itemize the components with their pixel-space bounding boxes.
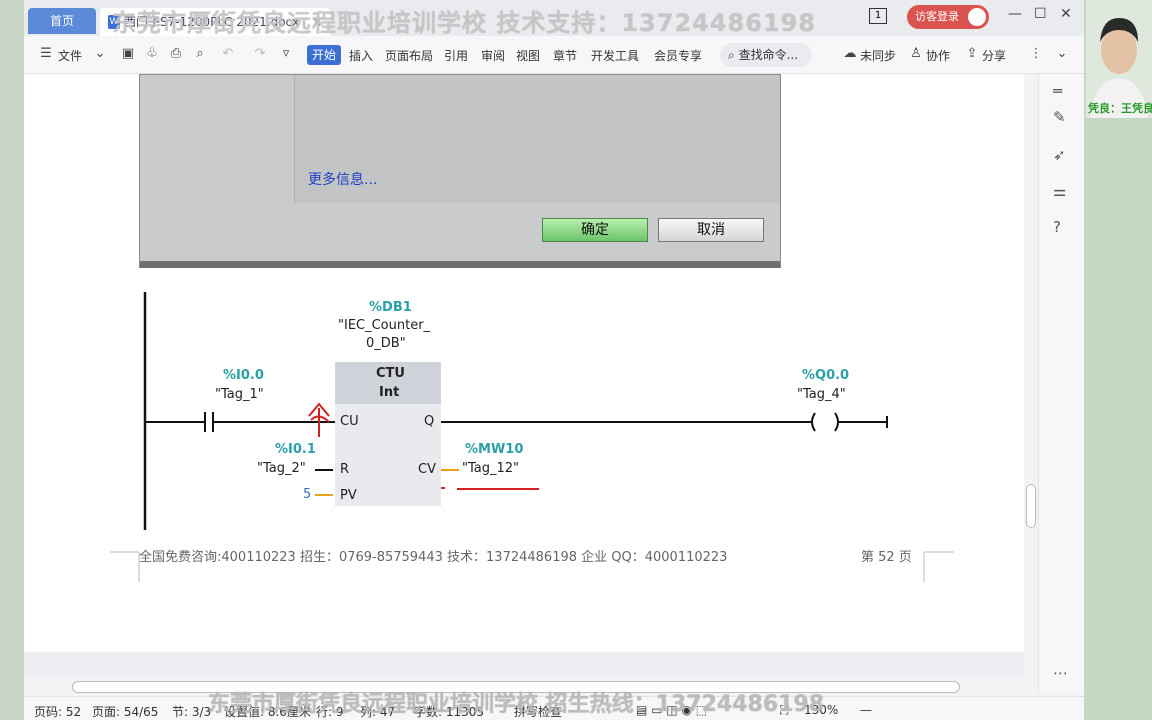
ribbon-tab-developer[interactable]: 开发工具 — [591, 47, 639, 64]
print-preview-icon[interactable]: ⌕ — [192, 46, 208, 62]
ribbon-tab-start[interactable]: 开始 — [307, 45, 341, 65]
vertical-scroll-thumb[interactable] — [1026, 484, 1036, 528]
annotation-arrow — [308, 402, 330, 437]
reset-address: %I0.1 — [275, 442, 316, 457]
settings-sliders-icon[interactable]: ⚌ — [1053, 182, 1066, 200]
webcam-caption: 凭良：王凭良 — [1088, 102, 1152, 115]
cloud-icon: ☁ — [843, 46, 857, 61]
share-button[interactable]: 分享 — [982, 47, 1006, 64]
minimize-icon[interactable]: — — [1008, 6, 1022, 22]
cv-address: %MW10 — [465, 442, 524, 457]
redo-icon[interactable]: ↷ — [252, 46, 268, 62]
file-menu[interactable]: 文件 — [58, 47, 82, 64]
pin-pv: PV — [340, 488, 357, 503]
sync-status[interactable]: 未同步 — [860, 47, 896, 64]
ribbon-tab-review[interactable]: 审阅 — [481, 47, 505, 64]
status-page-number[interactable]: 页码: 52 — [34, 703, 81, 720]
cv-tag: "Tag_12" — [462, 461, 520, 476]
more-dots-icon[interactable]: ⋯ — [1053, 664, 1068, 682]
close-window-icon[interactable]: ✕ — [1060, 6, 1072, 22]
db-name-line1: "IEC_Counter_ — [338, 318, 431, 333]
menu-icon[interactable]: ☰ — [38, 46, 54, 62]
coil-left — [811, 412, 816, 432]
reset-tag: "Tag_2" — [257, 461, 306, 476]
wps-window: 首页 W 西门子S7-1200PLC 2021.docx × 1 访客登录 — … — [24, 0, 1084, 720]
block-type: CTU — [376, 366, 405, 381]
pv-value: 5 — [303, 487, 312, 502]
dialog-footer: 确定 取消 — [140, 203, 780, 261]
dialog-bottom-bar — [140, 261, 780, 268]
document-page[interactable]: 更多信息... 确定 取消 %DB1 "IEC_Counter_ 0_DB" C… — [24, 74, 1024, 652]
desktop-background — [1084, 118, 1152, 720]
coil-address: %Q0.0 — [802, 368, 850, 383]
sidebar-toggle-icon[interactable]: ═ — [1053, 82, 1062, 100]
command-search[interactable]: ⌕ 查找命令... — [720, 43, 812, 67]
login-label: 访客登录 — [915, 10, 959, 23]
status-section: 节: 3/3 — [172, 705, 212, 719]
ctu-function-block — [335, 362, 441, 506]
more-down-icon[interactable]: ▿ — [278, 46, 294, 62]
pin-r: R — [340, 462, 350, 477]
db-name-line2: 0_DB" — [366, 336, 406, 351]
db-address: %DB1 — [369, 300, 412, 315]
save-icon[interactable]: ▣ — [120, 46, 136, 62]
collapse-ribbon-icon[interactable]: ⌄ — [1054, 46, 1070, 62]
maximize-icon[interactable]: ☐ — [1034, 6, 1047, 22]
chevron-down-icon[interactable]: ⌄ — [92, 46, 108, 62]
undo-icon[interactable]: ↶ — [220, 46, 236, 62]
contact1-tag: "Tag_1" — [215, 387, 264, 402]
pin-cv: CV — [418, 462, 436, 477]
contact1-address: %I0.0 — [223, 368, 264, 383]
ok-button: 确定 — [542, 218, 648, 242]
collab-icon: ♙ — [910, 46, 922, 61]
ladder-lines — [143, 292, 888, 530]
more-info-link: 更多信息... — [308, 172, 378, 188]
coil-tag: "Tag_4" — [797, 387, 846, 402]
help-icon[interactable]: ? — [1053, 218, 1061, 236]
share-icon: ⇪ — [966, 46, 978, 61]
ribbon-tab-insert[interactable]: 插入 — [349, 47, 373, 64]
format-painter-icon[interactable]: ♧ — [144, 46, 160, 62]
page-count-box[interactable]: 1 — [869, 8, 887, 24]
status-page-of[interactable]: 页面: 54/65 — [92, 703, 158, 720]
cancel-button: 取消 — [658, 218, 764, 242]
collab-button[interactable]: 协作 — [926, 47, 950, 64]
vertical-scrollbar[interactable] — [1024, 74, 1038, 678]
ribbon-toolbar: ☰ 文件 ⌄ ▣ ♧ ⎙ ⌕ ↶ ↷ ▿ 开始 插入 页面布局 引用 审阅 视图… — [24, 36, 1084, 74]
avatar-icon — [968, 8, 986, 26]
more-options-icon[interactable]: ⋮ — [1028, 46, 1044, 62]
embedded-dialog-image: 更多信息... 确定 取消 — [139, 74, 781, 268]
ribbon-tab-chapter[interactable]: 章节 — [553, 47, 577, 64]
right-sidebar: ═ ✎ ➶ ⚌ ? ⋯ — [1038, 74, 1084, 694]
search-icon: ⌕ — [728, 48, 735, 62]
coil-right — [834, 412, 839, 432]
ribbon-tab-view[interactable]: 视图 — [516, 47, 540, 64]
document-area: 更多信息... 确定 取消 %DB1 "IEC_Counter_ 0_DB" C… — [24, 74, 1024, 678]
search-label: 查找命令... — [738, 48, 799, 62]
block-datatype: Int — [379, 385, 400, 400]
edit-icon[interactable]: ✎ — [1053, 108, 1066, 126]
tab-home[interactable]: 首页 — [28, 8, 96, 34]
ribbon-tab-layout[interactable]: 页面布局 — [385, 47, 433, 64]
page-footer-contact: 全国免费咨询:400110223 招生：0769-85759443 技术：137… — [139, 550, 728, 565]
ribbon-tab-member[interactable]: 会员专享 — [654, 47, 702, 64]
print-icon[interactable]: ⎙ — [168, 46, 184, 62]
watermark-top: 东莞市厚街凭良远程职业培训学校 技术支持：13724486198 — [112, 9, 817, 37]
ladder-diagram: %DB1 "IEC_Counter_ 0_DB" CTU Int CU Q R … — [139, 292, 899, 537]
dialog-left-pane — [140, 75, 295, 203]
ribbon-tab-references[interactable]: 引用 — [444, 47, 468, 64]
zoom-out-icon[interactable]: — — [860, 703, 872, 717]
watermark-bottom: 东莞市厚街凭良远程职业培训学校 招生热线：13724486198 — [208, 692, 825, 717]
pin-cu: CU — [340, 414, 359, 429]
page-footer-number: 第 52 页 — [861, 550, 912, 565]
pin-q: Q — [424, 414, 435, 429]
login-button[interactable]: 访客登录 — [907, 5, 989, 29]
select-icon[interactable]: ➶ — [1053, 146, 1066, 164]
